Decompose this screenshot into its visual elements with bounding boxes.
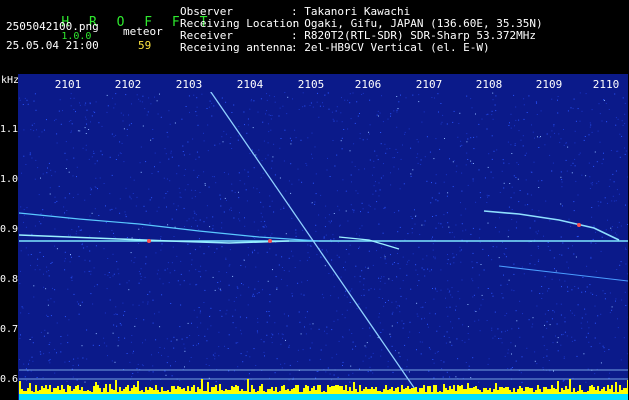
y-tick-0.7: 0.7 — [0, 324, 19, 335]
datetime: 25.05.04 21:00 — [6, 39, 99, 52]
level-strip — [19, 379, 628, 400]
info-label-antenna: Receiving antenna — [180, 41, 293, 54]
x-tick-2101: 2101 — [54, 78, 82, 91]
x-tick-2103: 2103 — [175, 78, 203, 91]
hot-spot-2 — [268, 239, 272, 243]
info-value-antenna: : 2el-HB9CV Vertical (el. E-W) — [291, 41, 490, 54]
x-tick-2106: 2106 — [354, 78, 382, 91]
x-tick-2109: 2109 — [535, 78, 563, 91]
y-tick-0.6: 0.6 — [0, 374, 19, 385]
x-tick-2105: 2105 — [297, 78, 325, 91]
file-name: 2505042100.png — [6, 20, 99, 33]
y-tick-0.8: 0.8 — [0, 274, 19, 285]
meteor-echo-3 — [338, 236, 400, 250]
y-tick-1.1: 1.1 — [0, 124, 19, 135]
meteor-count: 59 — [138, 39, 152, 52]
noise-layer — [19, 92, 628, 383]
header-panel: H R O F F T 1.0.0 2505042100.png 25.05.0… — [0, 0, 629, 72]
info-value-observer: : Takanori Kawachi — [291, 5, 411, 18]
info-label-receiver: Receiver — [180, 29, 233, 42]
hot-spot-1 — [147, 239, 151, 243]
x-tick-2107: 2107 — [415, 78, 443, 91]
info-label-observer: Observer — [180, 5, 233, 18]
y-tick-1.0: 1.0 — [0, 174, 19, 185]
info-value-receiver: : R820T2(RTL-SDR) SDR-Sharp 53.372MHz — [291, 29, 537, 42]
x-tick-2108: 2108 — [475, 78, 503, 91]
y-axis-unit: kHz — [1, 75, 20, 86]
meteor-label: meteor — [123, 25, 163, 38]
y-tick-0.9: 0.9 — [0, 224, 19, 235]
info-label-location: Receiving Location — [180, 17, 300, 30]
x-tick-2104: 2104 — [236, 78, 264, 91]
hot-spot-3 — [577, 223, 581, 227]
meteor-echo-4 — [483, 210, 620, 241]
info-value-location: : Ogaki, Gifu, JAPAN (136.60E, 35.35N) — [291, 17, 543, 30]
spectrogram-plot — [19, 92, 628, 400]
x-tick-2110: 2110 — [592, 78, 620, 91]
meteor-echo-5 — [498, 265, 628, 282]
x-tick-2102: 2102 — [114, 78, 142, 91]
